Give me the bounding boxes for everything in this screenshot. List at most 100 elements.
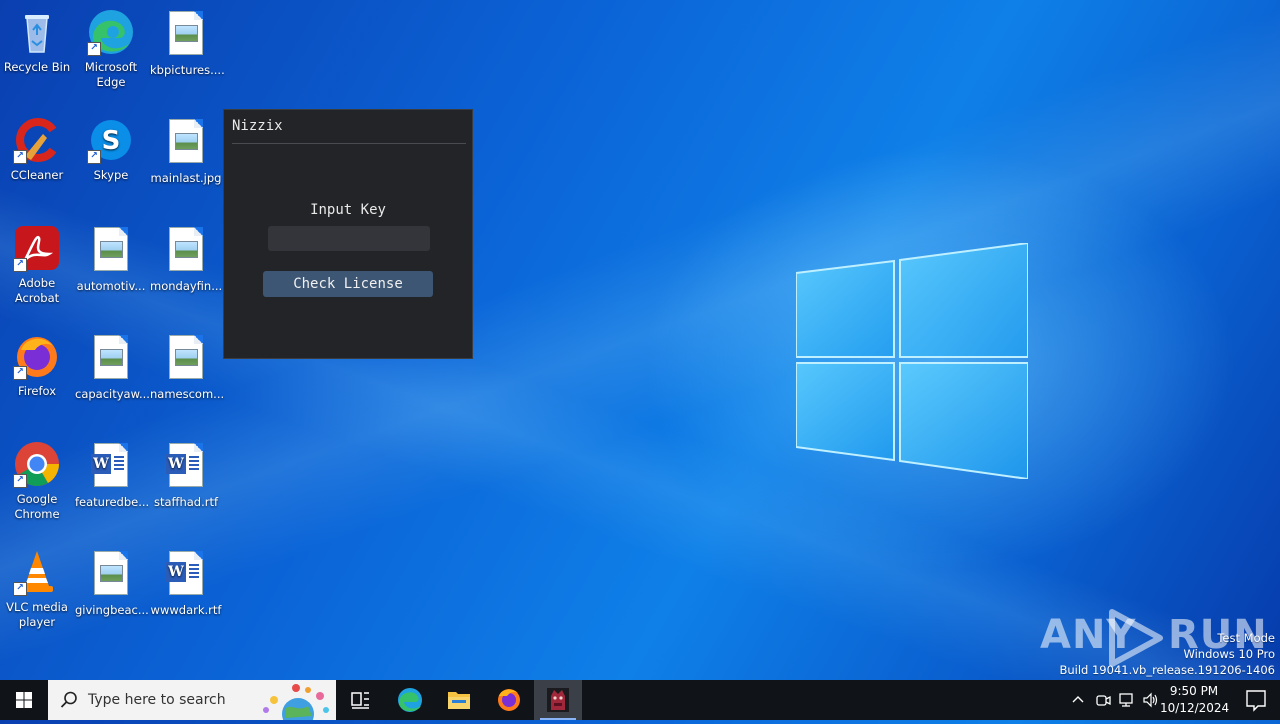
word-file-icon: W xyxy=(162,443,210,491)
chrome-icon: ↗ xyxy=(13,440,61,488)
adobe-acrobat-icon: ↗ xyxy=(13,224,61,272)
ccleaner-icon: ↗ xyxy=(13,116,61,164)
taskbar-clock[interactable]: 9:50 PM 10/12/2024 xyxy=(1160,683,1230,717)
desktop-icon-label: givingbeac... xyxy=(75,603,149,617)
desktop-icon-label: Recycle Bin xyxy=(3,60,71,74)
desktop-icon-microsoft-edge[interactable]: ↗ Microsoft Edge xyxy=(75,8,147,90)
action-center-button[interactable] xyxy=(1232,680,1280,720)
clock-time: 9:50 PM xyxy=(1169,684,1219,698)
system-tray xyxy=(1066,680,1160,720)
notification-icon xyxy=(1246,690,1266,712)
desktop-icon-label: Adobe Acrobat xyxy=(14,276,60,305)
recycle-bin-icon xyxy=(13,8,61,56)
desktop-icon-file[interactable]: W staffhad.rtf xyxy=(150,440,222,510)
nizzix-window: Nizzix Input Key Check License xyxy=(223,109,473,359)
firefox-icon: ↗ xyxy=(13,332,61,380)
desktop-icon-file[interactable]: givingbeac... xyxy=(75,548,149,618)
desktop-icon-file[interactable]: mondayfin... xyxy=(150,224,222,294)
desktop-icon-file[interactable]: automotiv... xyxy=(75,224,147,294)
desktop-icon-label: capacityaw... xyxy=(75,387,150,401)
meet-now-icon[interactable] xyxy=(1095,692,1111,708)
desktop-icon-label: staffhad.rtf xyxy=(153,495,219,509)
taskbar: Type here to search 9:50 PM 10/12/2024 xyxy=(0,680,1280,720)
skype-icon: S ↗ xyxy=(87,116,135,164)
search-icon xyxy=(60,691,77,708)
desktop-icon-google-chrome[interactable]: ↗ Google Chrome xyxy=(1,440,73,522)
shortcut-arrow-icon: ↗ xyxy=(13,474,27,488)
desktop-icon-skype[interactable]: S ↗ Skype xyxy=(75,116,147,183)
desktop-icon-label: Google Chrome xyxy=(14,492,60,521)
chevron-up-icon[interactable] xyxy=(1070,692,1086,708)
search-highlight-art-icon xyxy=(263,684,329,720)
desktop-icon-label: wwwdark.rtf xyxy=(150,603,222,617)
image-file-icon xyxy=(162,335,210,383)
task-view-icon xyxy=(351,692,369,709)
license-key-input[interactable] xyxy=(268,226,430,251)
build-text: Build 19041.vb_release.191206-1406 xyxy=(1059,663,1275,677)
desktop-icon-adobe-acrobat[interactable]: ↗ Adobe Acrobat xyxy=(1,224,73,306)
edition-text: Windows 10 Pro xyxy=(1183,647,1275,661)
vlc-cone-icon: ↗ xyxy=(13,548,61,596)
desktop-icon-label: CCleaner xyxy=(10,168,64,182)
image-file-icon xyxy=(87,551,135,599)
search-placeholder: Type here to search xyxy=(88,692,226,708)
image-file-icon xyxy=(87,335,135,383)
taskbar-file-explorer-button[interactable] xyxy=(435,680,483,720)
taskbar-edge-button[interactable] xyxy=(386,680,434,720)
desktop-icon-recycle-bin[interactable]: Recycle Bin xyxy=(1,8,73,75)
desktop-icon-label: Skype xyxy=(93,168,129,182)
image-file-icon xyxy=(162,11,210,59)
shortcut-arrow-icon: ↗ xyxy=(13,582,27,596)
shortcut-arrow-icon: ↗ xyxy=(87,150,101,164)
volume-icon[interactable] xyxy=(1142,692,1160,708)
desktop-icon-file[interactable]: namescom... xyxy=(150,332,225,402)
title-divider xyxy=(232,143,466,144)
nizzix-app-icon xyxy=(547,688,569,712)
word-file-icon: W xyxy=(87,443,135,491)
desktop-icon-label: Microsoft Edge xyxy=(84,60,138,89)
edge-icon xyxy=(398,688,422,712)
check-license-button[interactable]: Check License xyxy=(263,271,433,297)
shortcut-arrow-icon: ↗ xyxy=(13,258,27,272)
firefox-icon xyxy=(498,689,520,711)
desktop-icon-ccleaner[interactable]: ↗ CCleaner xyxy=(1,116,73,183)
test-mode-text: Test Mode xyxy=(1217,631,1275,645)
taskbar-search-box[interactable]: Type here to search xyxy=(48,680,336,720)
shortcut-arrow-icon: ↗ xyxy=(13,150,27,164)
desktop-icon-label: kbpictures.... xyxy=(150,63,225,77)
desktop-icon-label: automotiv... xyxy=(76,279,146,293)
desktop-icon-label: Firefox xyxy=(17,384,57,398)
desktop-icon-label: mondayfin... xyxy=(150,279,223,293)
edge-icon: ↗ xyxy=(87,8,135,56)
svg-text:S: S xyxy=(102,126,121,156)
desktop-icon-label: featuredbe... xyxy=(75,495,150,509)
network-icon[interactable] xyxy=(1118,692,1136,708)
start-button[interactable] xyxy=(0,680,48,720)
desktop-icon-file[interactable]: W wwwdark.rtf xyxy=(150,548,222,618)
task-view-button[interactable] xyxy=(336,680,384,720)
desktop-icon-firefox[interactable]: ↗ Firefox xyxy=(1,332,73,399)
start-icon xyxy=(16,692,32,708)
desktop-icon-file[interactable]: capacityaw... xyxy=(75,332,150,402)
desktop-icon-file[interactable]: W featuredbe... xyxy=(75,440,150,510)
clock-date: 10/12/2024 xyxy=(1160,701,1230,715)
desktop-icon-label: mainlast.jpg xyxy=(150,171,222,185)
input-key-label: Input Key xyxy=(310,202,386,218)
desktop-icon-label: namescom... xyxy=(150,387,225,401)
window-title: Nizzix xyxy=(232,118,283,134)
file-explorer-icon xyxy=(448,692,470,709)
windows-build-watermark: Test Mode Windows 10 Pro Build 19041.vb_… xyxy=(1059,630,1275,678)
desktop-icon-label: VLC media player xyxy=(6,600,68,629)
image-file-icon xyxy=(162,119,210,167)
shortcut-arrow-icon: ↗ xyxy=(13,366,27,380)
desktop-icon-file[interactable]: kbpictures.... xyxy=(150,8,225,78)
word-file-icon: W xyxy=(162,551,210,599)
desktop-icon-vlc[interactable]: ↗ VLC media player xyxy=(1,548,73,630)
image-file-icon xyxy=(87,227,135,275)
taskbar-nizzix-button[interactable] xyxy=(534,680,582,720)
taskbar-firefox-button[interactable] xyxy=(485,680,533,720)
image-file-icon xyxy=(162,227,210,275)
shortcut-arrow-icon: ↗ xyxy=(87,42,101,56)
desktop-icon-file[interactable]: mainlast.jpg xyxy=(150,116,222,186)
windows-logo-wallpaper xyxy=(796,243,1028,479)
